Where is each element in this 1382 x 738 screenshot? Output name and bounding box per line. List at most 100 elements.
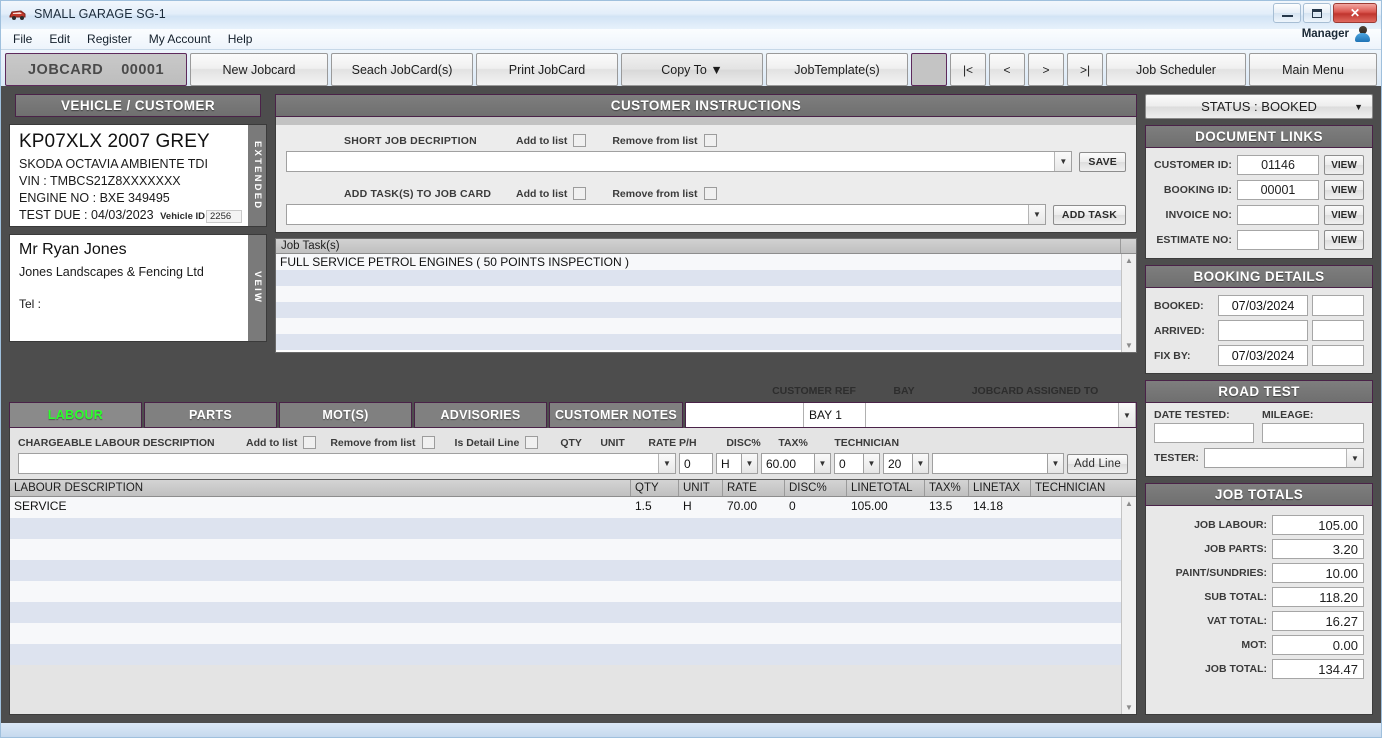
tab-customer-notes[interactable]: CUSTOMER NOTES <box>549 402 683 428</box>
technician-combo[interactable]: ▼ <box>932 453 1064 474</box>
table-row[interactable] <box>10 623 1121 644</box>
copy-to-button[interactable]: Copy To ▼ <box>621 53 763 86</box>
jobcard-assigned-combo[interactable]: ▼ <box>866 403 1136 427</box>
tax-combo[interactable]: 20 ▼ <box>883 453 929 474</box>
table-row[interactable] <box>10 518 1121 539</box>
customer-ref-input[interactable] <box>686 403 804 427</box>
unit-combo[interactable]: H ▼ <box>716 453 758 474</box>
is-detail-line-checkbox[interactable] <box>525 436 539 449</box>
short-job-remove-from-list-checkbox[interactable] <box>703 134 717 147</box>
table-row[interactable] <box>10 644 1121 665</box>
chevron-down-icon[interactable]: ▼ <box>864 453 880 474</box>
short-job-description-combo[interactable]: ▼ <box>286 151 1073 172</box>
close-button[interactable]: ✕ <box>1333 3 1377 23</box>
estimate-no-value[interactable] <box>1237 230 1319 250</box>
booking-id-value[interactable]: 00001 <box>1237 180 1319 200</box>
rate-combo[interactable]: 60.00 ▼ <box>761 453 831 474</box>
add-task-remove-from-list-group[interactable]: Remove from list <box>612 187 717 200</box>
scroll-down-icon[interactable]: ▼ <box>1125 341 1133 350</box>
view-invoice-button[interactable]: VIEW <box>1324 205 1364 225</box>
arrived-time-input[interactable] <box>1312 320 1364 341</box>
mileage-input[interactable] <box>1262 423 1364 443</box>
nav-prev-button[interactable]: < <box>989 53 1025 86</box>
add-task-remove-from-list-checkbox[interactable] <box>703 187 717 200</box>
add-line-button[interactable]: Add Line <box>1067 453 1128 474</box>
short-job-add-to-list-group[interactable]: Add to list <box>516 134 587 147</box>
list-item[interactable] <box>276 270 1121 286</box>
nav-first-button[interactable]: |< <box>950 53 986 86</box>
customer-id-value[interactable]: 01146 <box>1237 155 1319 175</box>
scroll-down-icon[interactable]: ▼ <box>1125 703 1133 712</box>
chevron-down-icon[interactable]: ▼ <box>1118 403 1135 427</box>
arrived-date-input[interactable] <box>1218 320 1308 341</box>
status-dropdown[interactable]: STATUS : BOOKED ▼ <box>1145 94 1373 119</box>
chevron-down-icon[interactable]: ▼ <box>1027 205 1045 224</box>
tab-mots[interactable]: MOT(S) <box>279 402 412 428</box>
view-customer-button[interactable]: VIEW <box>1324 155 1364 175</box>
view-estimate-button[interactable]: VIEW <box>1324 230 1364 250</box>
jobtemplates-button[interactable]: JobTemplate(s) <box>766 53 908 86</box>
labour-remove-from-list-checkbox[interactable] <box>421 436 435 449</box>
table-row[interactable] <box>10 539 1121 560</box>
add-task-add-to-list-group[interactable]: Add to list <box>516 187 587 200</box>
print-jobcard-button[interactable]: Print JobCard <box>476 53 618 86</box>
fix-by-time-input[interactable] <box>1312 345 1364 366</box>
chevron-down-icon[interactable]: ▼ <box>1346 449 1363 467</box>
list-item[interactable] <box>276 334 1121 350</box>
qty-input[interactable]: 0 <box>679 453 713 474</box>
chevron-down-icon[interactable]: ▼ <box>1048 453 1064 474</box>
tab-parts[interactable]: PARTS <box>144 402 277 428</box>
table-row[interactable] <box>10 602 1121 623</box>
menu-item-my-account[interactable]: My Account <box>149 32 211 46</box>
chevron-down-icon[interactable]: ▼ <box>815 453 831 474</box>
nav-next-button[interactable]: > <box>1028 53 1064 86</box>
menu-item-register[interactable]: Register <box>87 32 132 46</box>
date-tested-input[interactable] <box>1154 423 1254 443</box>
new-jobcard-button[interactable]: New Jobcard <box>190 53 328 86</box>
customer-card[interactable]: Mr Ryan Jones Jones Landscapes & Fencing… <box>9 234 267 342</box>
bay-input[interactable]: BAY 1 <box>804 403 866 427</box>
vehicle-extended-strip[interactable]: EXTENDED <box>248 125 266 226</box>
add-task-add-to-list-checkbox[interactable] <box>573 187 587 200</box>
booked-date-input[interactable]: 07/03/2024 <box>1218 295 1308 316</box>
list-item[interactable] <box>276 302 1121 318</box>
add-task-combo[interactable]: ▼ <box>286 204 1046 225</box>
tester-combo[interactable]: ▼ <box>1203 448 1364 468</box>
tab-advisories[interactable]: ADVISORIES <box>414 402 547 428</box>
labour-add-to-list-checkbox[interactable] <box>303 436 317 449</box>
menu-item-help[interactable]: Help <box>228 32 253 46</box>
chevron-down-icon[interactable]: ▼ <box>658 454 675 473</box>
view-booking-button[interactable]: VIEW <box>1324 180 1364 200</box>
list-item[interactable]: FULL SERVICE PETROL ENGINES ( 50 POINTS … <box>276 254 1121 270</box>
vehicle-card[interactable]: KP07XLX 2007 GREY SKODA OCTAVIA AMBIENTE… <box>9 124 267 227</box>
maximize-button[interactable] <box>1303 3 1331 23</box>
add-task-button[interactable]: ADD TASK <box>1052 204 1126 225</box>
booked-time-input[interactable] <box>1312 295 1364 316</box>
menu-item-edit[interactable]: Edit <box>49 32 70 46</box>
labour-table-scrollbar[interactable]: ▲ ▼ <box>1121 497 1136 714</box>
tab-labour[interactable]: LABOUR <box>9 402 142 428</box>
job-scheduler-button[interactable]: Job Scheduler <box>1106 53 1246 86</box>
invoice-no-value[interactable] <box>1237 205 1319 225</box>
job-tasks-scrollbar[interactable]: ▲ ▼ <box>1121 254 1136 352</box>
chevron-down-icon[interactable]: ▼ <box>913 453 929 474</box>
table-row[interactable] <box>10 560 1121 581</box>
list-item[interactable] <box>276 286 1121 302</box>
search-jobcards-button[interactable]: Seach JobCard(s) <box>331 53 473 86</box>
table-row[interactable]: SERVICE 1.5 H 70.00 0 105.00 13.5 14.18 <box>10 497 1121 518</box>
chevron-down-icon[interactable]: ▼ <box>742 453 758 474</box>
chevron-down-icon[interactable]: ▼ <box>1354 102 1363 112</box>
toolbar-blank-button[interactable] <box>911 53 947 86</box>
list-item[interactable] <box>276 318 1121 334</box>
menu-item-file[interactable]: File <box>13 32 32 46</box>
short-job-add-to-list-checkbox[interactable] <box>573 134 587 147</box>
short-job-remove-from-list-group[interactable]: Remove from list <box>612 134 717 147</box>
user-indicator[interactable]: Manager <box>1302 25 1371 42</box>
chargeable-labour-description-combo[interactable]: ▼ <box>18 453 676 474</box>
scroll-up-icon[interactable]: ▲ <box>1125 499 1133 508</box>
minimize-button[interactable] <box>1273 3 1301 23</box>
chevron-down-icon[interactable]: ▼ <box>1054 152 1072 171</box>
table-row[interactable] <box>10 581 1121 602</box>
save-button[interactable]: SAVE <box>1079 151 1126 172</box>
scroll-up-icon[interactable]: ▲ <box>1125 256 1133 265</box>
